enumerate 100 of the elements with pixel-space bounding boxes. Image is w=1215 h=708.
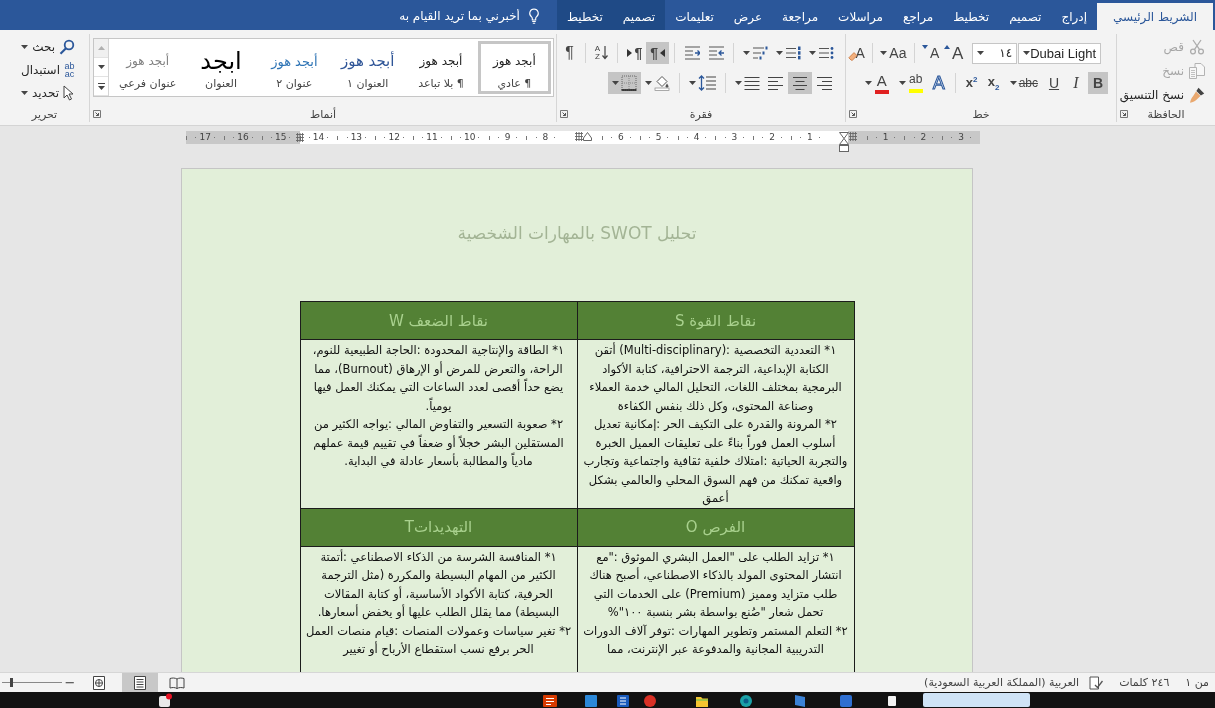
left-to-right-button[interactable]: ¶ [623,42,647,64]
cell-text: ٢* تغير سياسات وعمولات المنصات :قيام منصات العمل الحر برفع نسب استقطاع الأرباح أو تغيير [305,622,572,658]
ruler-number: 5 [655,133,662,142]
select-button[interactable]: تحديد [20,82,75,104]
format-painter-button[interactable]: نسخ التنسيق [1119,83,1205,106]
documents-icon [1189,62,1205,79]
align-left-icon [768,76,784,90]
caret-icon [689,81,696,85]
ribbon-tab[interactable]: مراجع [893,0,944,30]
style-item[interactable]: أبجد هوز ¶ عادي [477,41,551,94]
dialog-launcher-icon[interactable] [560,110,568,118]
style-item[interactable]: ابجد العنوان [184,41,258,94]
grow-font-button[interactable]: A [941,42,966,64]
ribbon-tab[interactable]: تصميم [612,0,666,30]
multilevel-list-icon [752,46,768,60]
triangle-left-icon [660,49,665,57]
print-layout-button[interactable] [122,673,158,692]
caret-icon [1023,51,1031,55]
dialog-launcher-icon[interactable] [1120,110,1128,118]
triangle-right-icon [627,49,633,57]
ribbon-tab[interactable]: إدراج [1051,0,1097,30]
clear-formatting-button[interactable]: A [846,42,868,64]
table-header-cell: التهديداتT [299,508,577,547]
caret-icon [976,51,984,55]
indent-marker-icon[interactable] [582,132,592,141]
caret-icon [776,51,783,55]
dialog-launcher-icon[interactable] [849,110,857,118]
triangle-up-icon [944,45,951,49]
indent-icon [684,46,700,60]
document-title: تحليل SWOT بالمهارات الشخصية [457,223,697,243]
taskbar-app-icon [584,693,598,707]
down-arrow-icon [602,46,609,60]
show-marks-button[interactable]: ¶ [559,42,580,64]
style-item[interactable]: أبجد هوز العنوان ١ [331,41,405,94]
ribbon-tab[interactable]: مراجعة [772,0,829,30]
shrink-font-button[interactable]: A [919,42,942,64]
caret-icon [645,81,652,85]
numbered-list-icon [785,46,801,60]
cell-text: ١* المنافسة الشرسة من الذكاء الاصطناعي :أتمتة الكثير من المهام البسيطة والمكررة (مثل الترجمة الحرفية، كتابة الأكواد الأساسية، أو كتابة المقالات البسيطة) مما يقلل الطلب عليها أو يخفض أسعارها. [316,548,561,622]
bullet-list-icon [818,46,834,60]
group-label: خط [972,107,990,121]
ruler-number: 3 [958,133,964,142]
column-marker-icon[interactable] [295,133,304,142]
subscript-button[interactable]: x$_{2}$ [983,72,1004,94]
find-button[interactable]: بحث [21,36,75,58]
style-item[interactable]: أبجد هوز عنوان ٢ [257,41,331,94]
right-to-left-button[interactable]: ¶ [646,42,669,64]
taskbar-app-icon [885,693,899,707]
proofing-icon[interactable] [1089,675,1104,690]
language-indicator[interactable]: العربية (المملكة العربية السعودية) [924,676,1080,689]
paintbrush-icon [1189,86,1205,103]
ribbon-tab[interactable]: تصميم [999,0,1052,30]
underline-button[interactable]: U [1044,72,1064,94]
taskbar-app-icon [739,693,753,707]
align-center-button[interactable] [788,72,812,94]
lightbulb-icon[interactable] [526,8,541,24]
borders-button[interactable] [608,72,641,94]
group-label: أنماط [310,107,336,121]
zoom-out-button[interactable]: − [62,676,78,689]
cell-text: ٢* التعلم المستمر وتطوير المهارات :توفر آلاف الدورات التدريبية المجانية والمدفوعة عبر الإنترنت، مما [582,622,849,658]
font-color-button[interactable]: A [860,72,893,94]
caret-icon [864,81,872,85]
font-name-field[interactable]: Dubai Light [1018,42,1101,64]
ruler-number: 9 [504,133,511,142]
ribbon-tab[interactable]: الشريط الرئيسي [1097,3,1213,30]
taskbar-app-icon [158,693,172,707]
ribbon-tab[interactable]: تخطيط [556,0,613,30]
dialog-launcher-icon[interactable] [93,110,101,118]
ruler-number: 4 [693,133,700,142]
ruler-number: 14 [312,133,325,142]
font-size-field[interactable]: ١٤ [971,42,1018,64]
column-marker-icon[interactable] [574,132,583,141]
ribbon-tab[interactable]: مراسلات [828,0,893,30]
cell-text: ١* الطاقة والإنتاجية المحدودة :الحاجة الطبيعية للنوم، الراحة، والتعرض للمرض أو الإرهاق (Burnout)، مما يضع حداً أقصى لعدد الساعات التي يمكنك العمل فيها يومياً. [311,342,566,415]
indent-marker-icon[interactable] [838,132,849,152]
caret-icon [20,91,28,95]
caret-icon [612,81,619,85]
bold-button[interactable]: B [1088,72,1108,94]
slider-thumb[interactable] [10,678,13,687]
search-icon [59,39,75,55]
italic-button[interactable]: I [1066,72,1086,94]
ruler-number: 1 [882,133,889,142]
ribbon-tab[interactable]: تعليمات [665,0,724,30]
table-header-cell: نقاط القوة S [576,302,854,340]
style-item[interactable]: أبجد هوز عنوان فرعي [111,41,185,94]
strikethrough-button[interactable]: abc [1005,72,1042,94]
style-item[interactable]: أبجد هوز ¶ بلا تباعد [404,41,478,94]
column-marker-icon[interactable] [848,132,857,141]
borders-icon [621,75,637,91]
sort-button[interactable]: A Z [590,42,613,64]
highlight-button[interactable]: ab [894,72,927,94]
change-case-button[interactable]: Aa [878,42,909,64]
ruler-number: 12 [388,133,400,142]
outdent-icon [708,46,724,60]
ribbon-tab[interactable]: عرض [723,0,773,30]
cell-text: ١* التعددية التخصصية :(Multi-disciplinary) أتقن الكتابة الإبداعية، الترجمة الاحترافية، كتابة الأكواد البرمجية بمختلف اللغات، التحليل المالي خدمة العملاء وصناعة المحتوى، وكل ذلك بنفس الكفاءة [588,341,843,415]
cell-text: ٢* صعوبة التسعير والتفاوض المالي :يواجه الكثير من المستقلين البشر خجلاً أو ضعفاً في تقييم قيمة عملهم مادياً والمطالبة بأسعار عادلة في البداية. [312,416,565,470]
ribbon-tab[interactable]: تخطيط [943,0,1000,30]
triangle-down-icon [922,45,928,49]
superscript-button[interactable]: x$^{2}$ [961,72,982,94]
